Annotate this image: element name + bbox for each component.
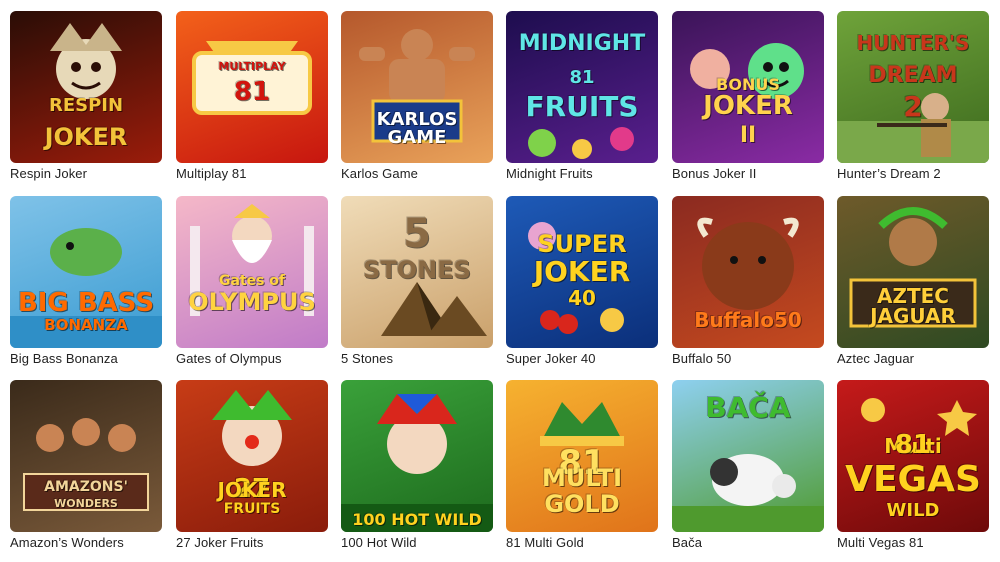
thumbnail-logo-text: BAČA [705,391,791,424]
game-title[interactable]: Aztec Jaguar [837,351,914,366]
game-card-big-bass-bonanza[interactable]: BIG BASS BONANZA Big Bass Bonanza [10,196,162,366]
game-title[interactable]: 5 Stones [341,351,393,366]
game-thumbnail[interactable]: HUNTER'S DREAM 2 [837,11,989,163]
game-title[interactable]: Amazon’s Wonders [10,535,124,550]
game-thumbnail[interactable]: MULTIPLAY 81 [176,11,328,163]
thumbnail-logo-text: BIG BASS [17,288,155,318]
game-card-amazons-wonders[interactable]: AMAZONS' WONDERS Amazon’s Wonders [10,380,162,550]
thumbnail-logo-text: FRUITS [525,90,639,123]
game-card-respin-joker[interactable]: RESPIN JOKER Respin Joker [10,11,162,181]
game-thumbnail[interactable]: Multi 81 VEGAS WILD [837,380,989,532]
thumbnail-logo-text: MULTI [542,464,622,492]
game-card-super-joker-40[interactable]: SUPER JOKER 40 Super Joker 40 [506,196,658,366]
thumbnail-logo-text: 40 [568,286,596,310]
thumbnail-logo-text: 2 [903,90,923,123]
game-grid: RESPIN JOKER Respin Joker MULTIPLAY 81 Multip… [0,0,1000,562]
game-title[interactable]: Multi Vegas 81 [837,535,924,550]
game-title[interactable]: Buffalo 50 [672,351,731,366]
game-title[interactable]: Midnight Fruits [506,166,593,181]
game-title[interactable]: Hunter’s Dream 2 [837,166,941,181]
game-thumbnail[interactable]: 27 JOKER FRUITS [176,380,328,532]
thumbnail-logo-text: 81 [569,67,595,88]
game-card-gates-of-olympus[interactable]: Gates of OLYMPUS Gates of Olympus [176,196,328,366]
thumbnail-logo-text: JOKER [533,255,631,288]
thumbnail-logo-text: AZTEC [877,284,949,308]
game-thumbnail[interactable]: 5 STONES [341,196,493,348]
thumbnail-logo-text: SUPER [537,230,627,258]
game-card-multi-vegas-81[interactable]: Multi 81 VEGAS WILD Multi Vegas 81 [837,380,989,550]
thumbnail-logo-text: WONDERS [54,497,118,510]
game-thumbnail[interactable]: Buffalo50 [672,196,824,348]
game-card-bonus-joker-2[interactable]: BONUS JOKER II Bonus Joker II [672,11,824,181]
thumbnail-logo-text: BONANZA [44,316,128,334]
game-card-karlos-game[interactable]: KARLOS GAME Karlos Game [341,11,493,181]
thumbnail-logo-text: MULTIPLAY [218,60,286,73]
game-card-27-joker-fruits[interactable]: 27 JOKER FRUITS 27 Joker Fruits [176,380,328,550]
thumbnail-logo-text: MIDNIGHT [518,31,646,56]
game-title[interactable]: Respin Joker [10,166,87,181]
game-card-multiplay-81[interactable]: MULTIPLAY 81 Multiplay 81 [176,11,328,181]
game-title[interactable]: Big Bass Bonanza [10,351,118,366]
thumbnail-logo-text: FRUITS [223,501,281,517]
thumbnail-logo-text: GAME [387,127,447,148]
game-title[interactable]: Super Joker 40 [506,351,596,366]
thumbnail-logo-text: JAGUAR [870,304,956,328]
game-thumbnail[interactable]: BONUS JOKER II [672,11,824,163]
thumbnail-logo-text: RESPIN [48,95,124,116]
game-thumbnail[interactable]: BIG BASS BONANZA [10,196,162,348]
thumbnail-logo-text: 100 HOT WILD [352,510,482,529]
game-title[interactable]: 81 Multi Gold [506,535,584,550]
game-thumbnail[interactable]: 81 MULTI GOLD [506,380,658,532]
game-card-buffalo-50[interactable]: Buffalo50 Buffalo 50 [672,196,824,366]
game-card-midnight-fruits[interactable]: MIDNIGHT 81 FRUITS Midnight Fruits [506,11,658,181]
game-title[interactable]: Gates of Olympus [176,351,282,366]
game-title[interactable]: 100 Hot Wild [341,535,417,550]
thumbnail-logo-text: JOKER [217,478,287,502]
game-title[interactable]: Karlos Game [341,166,418,181]
game-card-81-multi-gold[interactable]: 81 MULTI GOLD 81 Multi Gold [506,380,658,550]
game-card-baca[interactable]: BAČA Bača [672,380,824,550]
thumbnail-logo-text: JOKER [44,123,128,151]
thumbnail-logo-text: Gates of [218,273,286,289]
game-thumbnail[interactable]: MIDNIGHT 81 FRUITS [506,11,658,163]
thumbnail-logo-text: JOKER [703,91,793,121]
thumbnail-logo-text: OLYMPUS [188,288,316,316]
thumbnail-logo-text: DREAM [868,63,958,88]
game-title[interactable]: Bača [672,535,702,550]
game-thumbnail[interactable]: KARLOS GAME [341,11,493,163]
game-thumbnail[interactable]: AZTEC JAGUAR [837,196,989,348]
game-title[interactable]: Bonus Joker II [672,166,757,181]
thumbnail-logo-text: 81 [233,77,271,107]
game-card-hunters-dream-2[interactable]: HUNTER'S DREAM 2 Hunter’s Dream 2 [837,11,989,181]
game-card-aztec-jaguar[interactable]: AZTEC JAGUAR Aztec Jaguar [837,196,989,366]
game-thumbnail[interactable]: Gates of OLYMPUS [176,196,328,348]
game-thumbnail[interactable]: AMAZONS' WONDERS [10,380,162,532]
thumbnail-logo-text: 5 [403,211,431,257]
game-title[interactable]: 27 Joker Fruits [176,535,263,550]
thumbnail-logo-text: HUNTER'S [856,31,970,55]
game-thumbnail[interactable]: BAČA [672,380,824,532]
thumbnail-logo-text: 81 [894,430,932,460]
zeus-icon [190,204,314,316]
game-card-5-stones[interactable]: 5 STONES 5 Stones [341,196,493,366]
thumbnail-logo-text: Buffalo50 [694,308,802,332]
game-thumbnail[interactable]: RESPIN JOKER [10,11,162,163]
game-thumbnail[interactable]: 100 HOT WILD [341,380,493,532]
thumbnail-logo-text: GOLD [544,490,620,518]
game-card-100-hot-wild[interactable]: 100 HOT WILD 100 Hot Wild [341,380,493,550]
thumbnail-logo-text: AMAZONS' [44,479,128,495]
game-thumbnail[interactable]: SUPER JOKER 40 [506,196,658,348]
thumbnail-logo-text: WILD [886,500,940,521]
thumbnail-logo-text: II [739,123,757,148]
thumbnail-logo-text: STONES [363,256,471,284]
thumbnail-logo-text: VEGAS [845,459,981,500]
game-title[interactable]: Multiplay 81 [176,166,247,181]
